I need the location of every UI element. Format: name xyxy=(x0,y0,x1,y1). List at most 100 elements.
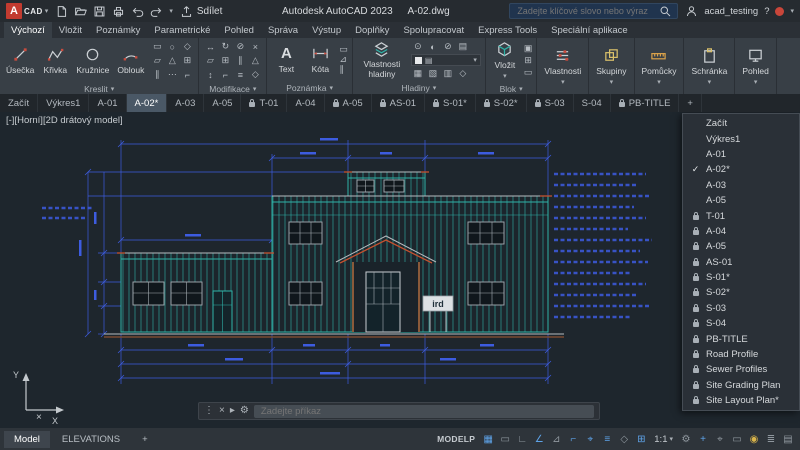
file-tab[interactable]: S-02* xyxy=(476,94,527,112)
polyline-tool-button[interactable]: Křivka xyxy=(40,45,70,76)
drag-handle-icon[interactable]: ⋮ xyxy=(204,406,214,416)
layout-menu-item[interactable]: ✓ A-05 xyxy=(683,239,799,254)
search-box[interactable] xyxy=(509,3,679,19)
ribbon-tab[interactable]: Vložit xyxy=(52,22,89,38)
panel-label-annotate[interactable]: Poznámka ▾ xyxy=(267,81,352,94)
file-tab[interactable]: A-03 xyxy=(167,94,205,112)
ribbon-mini-icon[interactable]: ↻ xyxy=(218,40,232,53)
layout-menu-item[interactable]: ✓ A-04 xyxy=(683,224,799,239)
search-icon[interactable] xyxy=(659,5,672,18)
ribbon-mini-icon[interactable]: ▥ xyxy=(441,67,455,80)
ribbon-mini-icon[interactable]: ▤ xyxy=(456,40,470,53)
space-toggle[interactable]: MODELP xyxy=(437,434,475,444)
customize-wrench-icon[interactable]: ⚙ xyxy=(240,406,249,416)
ribbon-tab[interactable]: Pohled xyxy=(217,22,261,38)
layout-menu-item[interactable]: ✓ T-01 xyxy=(683,208,799,223)
username-label[interactable]: acad_testing xyxy=(704,6,758,17)
new-layout-button[interactable]: + xyxy=(132,431,158,448)
grid-icon[interactable]: ▦ xyxy=(480,431,496,447)
panel-label-block[interactable]: Blok ▾ xyxy=(486,83,537,94)
app-menu-button[interactable]: A CAD ▾ xyxy=(6,3,48,19)
file-tab[interactable]: PB-TITLE xyxy=(611,94,680,112)
file-tab[interactable]: T-01 xyxy=(241,94,288,112)
file-tab[interactable]: Výkres1 xyxy=(38,94,90,112)
layout-menu-item[interactable]: ✓ Site Grading Plan xyxy=(683,378,799,393)
file-tab[interactable]: A-05 xyxy=(325,94,372,112)
annotation-monitor-icon[interactable]: + xyxy=(695,431,711,447)
line-tool-button[interactable]: Úsečka xyxy=(4,45,36,76)
ribbon-mini-icon[interactable]: ⊞ xyxy=(218,54,232,67)
layout-menu-item[interactable]: ✓ Road Profile xyxy=(683,347,799,362)
text-tool-button[interactable]: A Text xyxy=(271,45,301,75)
viewport-controls[interactable]: [-][Horní][2D drátový model] xyxy=(6,115,123,126)
file-tab[interactable]: A-02* xyxy=(126,94,168,112)
ribbon-mini-icon[interactable]: △ xyxy=(248,54,262,67)
ribbon-mini-icon[interactable]: ◇ xyxy=(248,68,262,81)
ribbon-tab[interactable]: Parametrické xyxy=(147,22,217,38)
command-input-box[interactable] xyxy=(253,404,594,418)
annotation-scale-button[interactable]: 1:1 ▾ xyxy=(650,434,677,445)
ribbon-mini-icon[interactable]: △ xyxy=(165,54,179,67)
panel-label-draw[interactable]: Kreslit ▾ xyxy=(0,83,198,94)
ribbon-tab[interactable]: Poznámky xyxy=(89,22,147,38)
polar-tracking-icon[interactable]: ∠ xyxy=(531,431,547,447)
qat-customize-chevron-icon[interactable]: ▾ xyxy=(169,7,173,15)
ribbon-mini-icon[interactable]: ∥ xyxy=(150,68,164,81)
file-tab[interactable]: S-04 xyxy=(574,94,611,112)
undo-icon[interactable] xyxy=(131,5,144,18)
ribbon-mini-icon[interactable]: ⊿ xyxy=(339,55,348,64)
open-file-icon[interactable] xyxy=(74,5,88,18)
layout-menu-item[interactable]: ✓ S-04 xyxy=(683,316,799,331)
dimension-tool-button[interactable]: Kóta xyxy=(305,44,335,75)
ribbon-tab[interactable]: Doplňky xyxy=(348,22,396,38)
recent-commands-icon[interactable]: ▸ xyxy=(230,406,235,416)
dynamic-input-icon[interactable]: ⊞ xyxy=(633,431,649,447)
user-icon[interactable] xyxy=(685,5,698,18)
layout-tab-elevations[interactable]: ELEVATIONS xyxy=(52,431,130,448)
model-tab[interactable]: Model xyxy=(4,430,50,448)
clean-screen-icon[interactable]: ▤ xyxy=(780,431,796,447)
layout-menu-item[interactable]: ✓ AS-01 xyxy=(683,255,799,270)
layer-properties-button[interactable]: Vlastnosti hladiny xyxy=(357,40,407,80)
ortho-icon[interactable]: ∟ xyxy=(514,431,530,447)
ribbon-mini-icon[interactable]: ≡ xyxy=(233,68,247,81)
ribbon-mini-icon[interactable]: ⋯ xyxy=(165,68,179,81)
ribbon-mini-icon[interactable]: ○ xyxy=(165,40,179,53)
circle-tool-button[interactable]: Kružnice xyxy=(74,45,111,76)
plot-icon[interactable] xyxy=(112,5,125,18)
ribbon-mini-icon[interactable]: ⊘ xyxy=(441,40,455,53)
ribbon-mini-icon[interactable]: ∥ xyxy=(233,54,247,67)
help-icon[interactable]: ? xyxy=(764,6,769,17)
command-input[interactable] xyxy=(258,404,589,418)
layout-menu-item[interactable]: ✓ PB-TITLE xyxy=(683,331,799,346)
ribbon-mini-icon[interactable]: ◐ xyxy=(426,40,440,53)
object-snap-icon[interactable]: ⌖ xyxy=(582,431,598,447)
layout-menu-item[interactable]: ✓ Začít xyxy=(683,116,799,131)
share-button[interactable]: Sdílet xyxy=(180,5,222,18)
ribbon-mini-icon[interactable]: ▣ xyxy=(524,43,533,54)
ribbon-panel-properties[interactable]: Vlastnosti ▾ xyxy=(537,38,590,94)
ribbon-mini-icon[interactable]: ⊘ xyxy=(233,40,247,53)
layout-menu-item[interactable]: ✓ Sewer Profiles xyxy=(683,362,799,377)
notification-badge-icon[interactable] xyxy=(775,6,785,16)
save-icon[interactable] xyxy=(93,5,106,18)
transparency-icon[interactable]: ◇ xyxy=(616,431,632,447)
search-input[interactable] xyxy=(515,5,656,17)
chevron-down-icon[interactable]: ▾ xyxy=(790,7,794,15)
ribbon-tab[interactable]: Spolupracovat xyxy=(396,22,471,38)
ribbon-mini-icon[interactable]: ⌐ xyxy=(218,68,232,81)
file-tab[interactable]: A-05 xyxy=(204,94,242,112)
file-tab[interactable]: A-04 xyxy=(287,94,325,112)
ribbon-mini-icon[interactable]: × xyxy=(248,40,262,53)
panel-label-modify[interactable]: Modifikace ▾ xyxy=(199,83,266,94)
layout-menu-item[interactable]: ✓ S-01* xyxy=(683,270,799,285)
ribbon-mini-icon[interactable]: ⌐ xyxy=(180,68,194,81)
ribbon-tab[interactable]: Express Tools xyxy=(471,22,544,38)
ribbon-mini-icon[interactable]: ↔ xyxy=(203,40,217,53)
ribbon-mini-icon[interactable]: ▭ xyxy=(339,45,348,54)
file-tab[interactable]: S-01* xyxy=(425,94,476,112)
ribbon-panel-groups[interactable]: Skupiny ▾ xyxy=(589,38,635,94)
ribbon-mini-icon[interactable]: ↕ xyxy=(203,68,217,81)
command-line[interactable]: ⋮ × ▸ ⚙ xyxy=(198,402,600,420)
layout-menu-item[interactable]: ✓ S-02* xyxy=(683,285,799,300)
